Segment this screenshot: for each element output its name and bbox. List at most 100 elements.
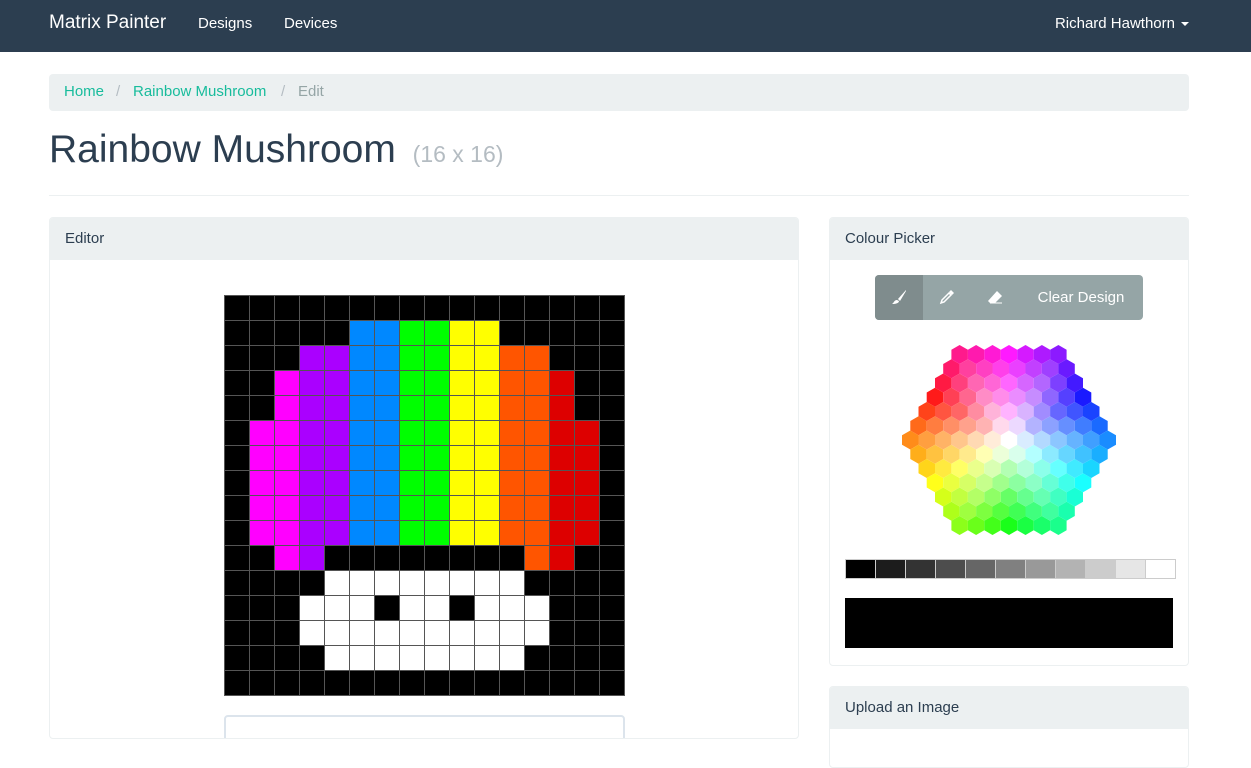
pixel-cell[interactable] <box>250 671 274 695</box>
pixel-cell[interactable] <box>525 371 549 395</box>
pixel-cell[interactable] <box>375 496 399 520</box>
pixel-cell[interactable] <box>500 596 524 620</box>
pixel-cell[interactable] <box>250 421 274 445</box>
pixel-cell[interactable] <box>500 671 524 695</box>
pixel-cell[interactable] <box>575 571 599 595</box>
grey-swatch[interactable] <box>906 560 936 578</box>
pixel-cell[interactable] <box>575 471 599 495</box>
grey-swatch[interactable] <box>1026 560 1056 578</box>
breadcrumb-design[interactable]: Rainbow Mushroom <box>133 83 266 100</box>
brand-link[interactable]: Matrix Painter <box>49 12 166 34</box>
pixel-cell[interactable] <box>550 571 574 595</box>
pixel-cell[interactable] <box>425 446 449 470</box>
grey-swatch[interactable] <box>966 560 996 578</box>
pixel-cell[interactable] <box>500 546 524 570</box>
pixel-cell[interactable] <box>275 646 299 670</box>
pixel-cell[interactable] <box>575 296 599 320</box>
pixel-cell[interactable] <box>475 621 499 645</box>
pixel-cell[interactable] <box>250 546 274 570</box>
pixel-cell[interactable] <box>350 471 374 495</box>
pixel-cell[interactable] <box>225 646 249 670</box>
pixel-cell[interactable] <box>250 446 274 470</box>
pixel-cell[interactable] <box>525 321 549 345</box>
pixel-cell[interactable] <box>525 471 549 495</box>
pixel-cell[interactable] <box>550 346 574 370</box>
pixel-cell[interactable] <box>550 421 574 445</box>
pixel-cell[interactable] <box>425 321 449 345</box>
pixel-cell[interactable] <box>575 446 599 470</box>
pixel-cell[interactable] <box>275 346 299 370</box>
pixel-cell[interactable] <box>425 346 449 370</box>
pixel-cell[interactable] <box>325 671 349 695</box>
pixel-cell[interactable] <box>225 346 249 370</box>
pixel-cell[interactable] <box>550 371 574 395</box>
pixel-cell[interactable] <box>275 496 299 520</box>
pixel-cell[interactable] <box>275 571 299 595</box>
pixel-cell[interactable] <box>300 371 324 395</box>
pixel-cell[interactable] <box>500 621 524 645</box>
pixel-cell[interactable] <box>500 371 524 395</box>
pixel-cell[interactable] <box>475 321 499 345</box>
pixel-cell[interactable] <box>425 396 449 420</box>
pixel-cell[interactable] <box>350 646 374 670</box>
pixel-cell[interactable] <box>250 521 274 545</box>
pixel-cell[interactable] <box>250 596 274 620</box>
pixel-cell[interactable] <box>325 596 349 620</box>
pixel-cell[interactable] <box>550 396 574 420</box>
pixel-cell[interactable] <box>600 471 624 495</box>
pixel-cell[interactable] <box>450 596 474 620</box>
pixel-cell[interactable] <box>225 671 249 695</box>
pixel-cell[interactable] <box>375 521 399 545</box>
pixel-cell[interactable] <box>325 296 349 320</box>
pixel-cell[interactable] <box>500 646 524 670</box>
pixel-cell[interactable] <box>300 396 324 420</box>
pixel-cell[interactable] <box>325 646 349 670</box>
pixel-cell[interactable] <box>550 321 574 345</box>
pixel-cell[interactable] <box>550 621 574 645</box>
pixel-cell[interactable] <box>275 546 299 570</box>
pixel-cell[interactable] <box>250 296 274 320</box>
pixel-cell[interactable] <box>500 471 524 495</box>
pixel-cell[interactable] <box>325 321 349 345</box>
grey-swatch[interactable] <box>1056 560 1086 578</box>
pixel-cell[interactable] <box>325 346 349 370</box>
pixel-cell[interactable] <box>375 546 399 570</box>
pixel-cell[interactable] <box>450 321 474 345</box>
pixel-cell[interactable] <box>525 346 549 370</box>
pixel-cell[interactable] <box>375 446 399 470</box>
pixel-cell[interactable] <box>275 421 299 445</box>
pixel-cell[interactable] <box>275 521 299 545</box>
pixel-cell[interactable] <box>375 471 399 495</box>
pixel-cell[interactable] <box>225 496 249 520</box>
pixel-cell[interactable] <box>425 421 449 445</box>
pixel-cell[interactable] <box>275 396 299 420</box>
grey-swatch[interactable] <box>876 560 906 578</box>
clear-design-button[interactable]: Clear Design <box>1019 275 1143 320</box>
pixel-cell[interactable] <box>575 671 599 695</box>
breadcrumb-home[interactable]: Home <box>64 83 104 100</box>
pixel-cell[interactable] <box>300 521 324 545</box>
pixel-cell[interactable] <box>400 321 424 345</box>
paintbrush-tool-button[interactable] <box>875 275 923 320</box>
pixel-cell[interactable] <box>300 621 324 645</box>
pixel-cell[interactable] <box>525 521 549 545</box>
grey-swatch[interactable] <box>996 560 1026 578</box>
pixel-cell[interactable] <box>350 421 374 445</box>
pixel-cell[interactable] <box>400 396 424 420</box>
pixel-cell[interactable] <box>325 571 349 595</box>
pixel-cell[interactable] <box>450 646 474 670</box>
pixel-cell[interactable] <box>400 371 424 395</box>
pixel-cell[interactable] <box>600 646 624 670</box>
pixel-cell[interactable] <box>350 321 374 345</box>
pixel-cell[interactable] <box>400 296 424 320</box>
pixel-cell[interactable] <box>425 371 449 395</box>
pixel-cell[interactable] <box>600 396 624 420</box>
pixel-cell[interactable] <box>450 496 474 520</box>
pixel-cell[interactable] <box>275 671 299 695</box>
pixel-cell[interactable] <box>475 396 499 420</box>
pixel-cell[interactable] <box>300 546 324 570</box>
grey-swatch[interactable] <box>936 560 966 578</box>
pixel-cell[interactable] <box>550 596 574 620</box>
pixel-cell[interactable] <box>600 496 624 520</box>
pixel-cell[interactable] <box>600 421 624 445</box>
